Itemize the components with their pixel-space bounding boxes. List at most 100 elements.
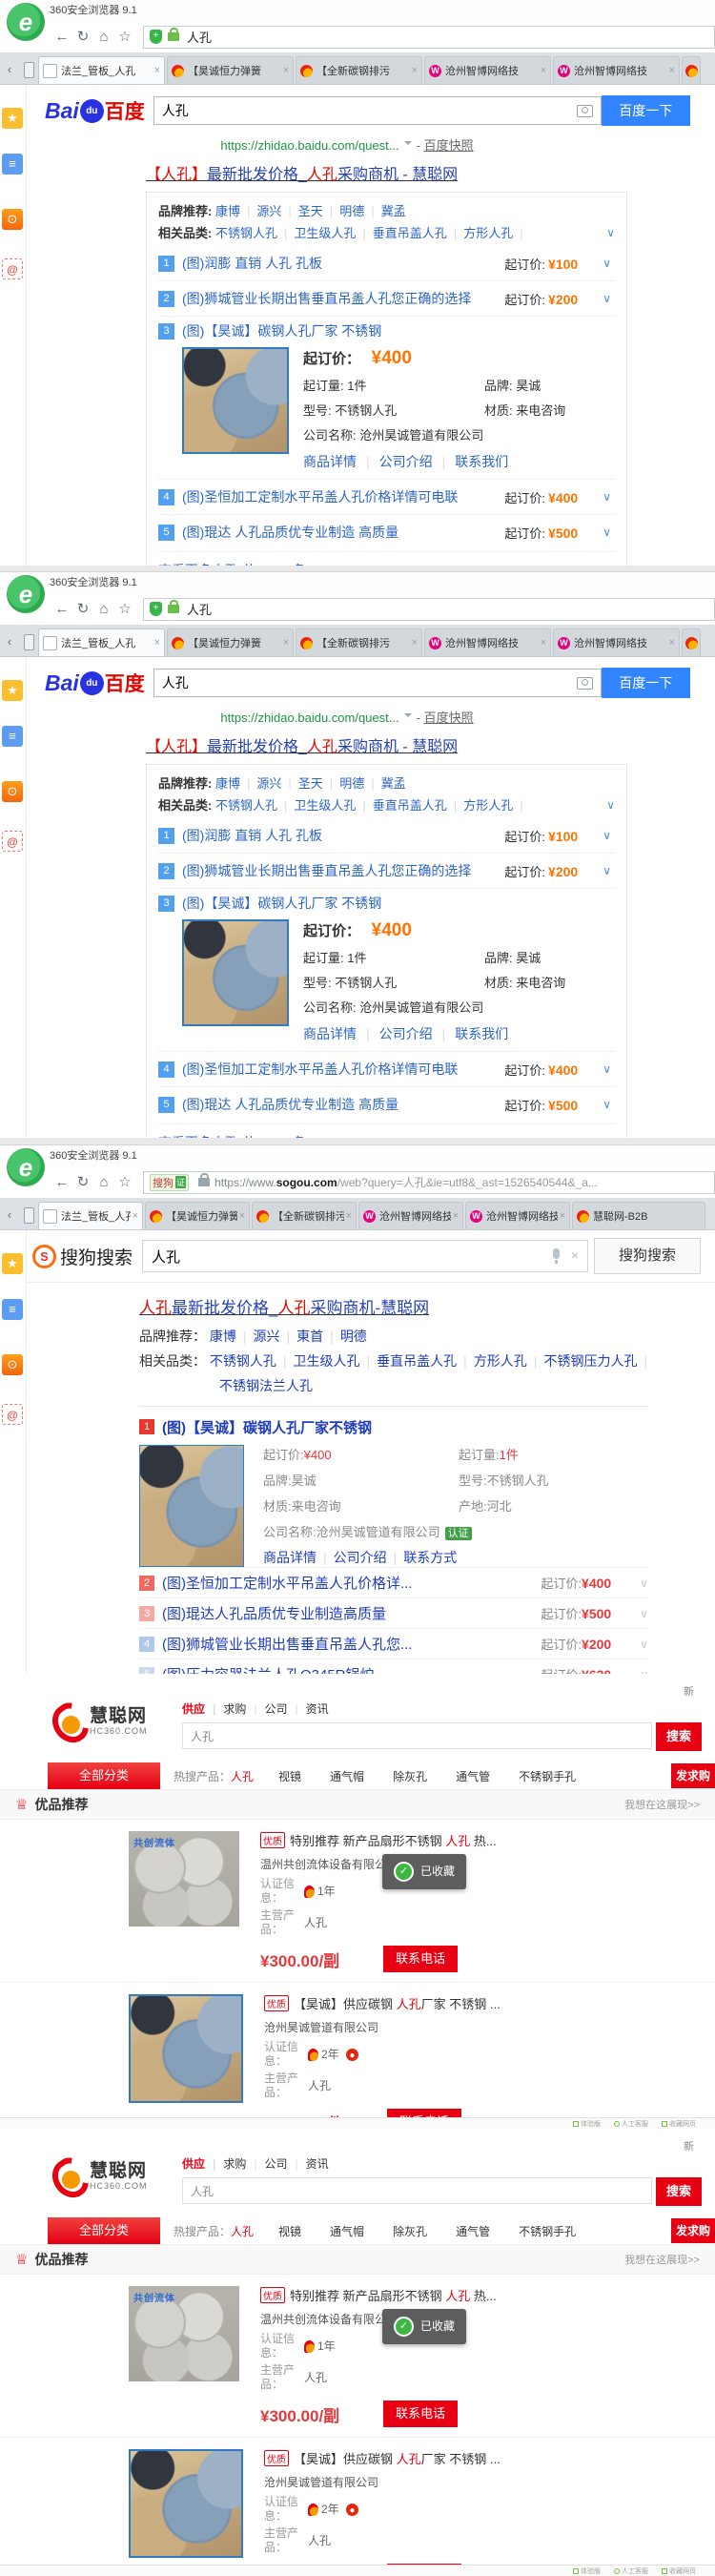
hot-product-link[interactable]: 通气帽 bbox=[330, 2223, 364, 2239]
brand-link[interactable]: 康博 bbox=[215, 204, 256, 218]
post-buying-request-button[interactable]: 发求购 bbox=[671, 2218, 715, 2243]
contact-link[interactable]: 联系方式 bbox=[403, 1550, 457, 1565]
chevron-down-icon[interactable]: ∨ bbox=[603, 1062, 611, 1076]
category-link[interactable]: 不锈钢人孔 bbox=[215, 226, 294, 240]
product-row[interactable]: 3 (图)琨达人孔品质优专业制造高质量 起订价:¥500 ∨ bbox=[139, 1597, 648, 1628]
product-title-link[interactable]: (图)圣恒加工定制水平吊盖人孔价格详情可电联 bbox=[182, 487, 458, 506]
listing-title-link[interactable]: 优质特别推荐 新产品扇形不锈钢 人孔 热... bbox=[260, 2286, 575, 2304]
baidu-search-button[interactable]: 百度一下 bbox=[602, 668, 690, 698]
hc360-logo[interactable]: 慧聪网 HC360.COM bbox=[52, 1702, 182, 1739]
back-icon[interactable]: ← bbox=[51, 27, 72, 48]
close-icon[interactable]: × bbox=[669, 65, 675, 76]
baidu-snapshot-link[interactable]: 百度快照 bbox=[424, 711, 474, 725]
product-title-link[interactable]: (图)狮城管业长期出售垂直吊盖人孔您正确的选择 bbox=[182, 289, 471, 308]
address-bar[interactable]: 搜狗证 https://www.sogou.com/web?query=人孔&i… bbox=[143, 1171, 715, 1194]
news-panel-icon[interactable]: ≡ bbox=[2, 154, 23, 175]
camera-icon[interactable] bbox=[577, 105, 593, 117]
brand-link[interactable]: 明德 bbox=[340, 1329, 367, 1344]
clear-icon[interactable]: × bbox=[571, 1247, 579, 1263]
product-title-link[interactable]: (图)琨达 人孔品质优专业制造 高质量 bbox=[182, 523, 398, 542]
product-title-link[interactable]: (图)【昊诚】碳钢人孔厂家 不锈钢 bbox=[182, 321, 381, 340]
news-panel-icon[interactable]: ≡ bbox=[2, 1299, 23, 1320]
search-button[interactable]: 搜索 bbox=[656, 2177, 702, 2206]
contact-at-icon[interactable]: @ bbox=[2, 258, 23, 279]
close-icon[interactable]: × bbox=[453, 1210, 459, 1222]
product-detail-link[interactable]: 商品详情 bbox=[263, 1550, 334, 1565]
product-title-link[interactable]: (图)润膨 直销 人孔 孔板 bbox=[182, 254, 322, 273]
close-icon[interactable]: × bbox=[346, 1210, 352, 1222]
product-row[interactable]: 1 (图)润膨 直销 人孔 孔板 起订价:¥100 ∨ bbox=[158, 246, 615, 280]
brand-link[interactable]: 明德 bbox=[339, 204, 380, 218]
result-url[interactable]: https://zhidao.baidu.com/quest... bbox=[220, 138, 398, 153]
nav-news[interactable]: 资讯 bbox=[306, 2157, 329, 2171]
tab-partial[interactable] bbox=[682, 56, 701, 84]
see-more-link[interactable]: 查看更多人孔 共42300条>> bbox=[158, 1123, 615, 1138]
tab-carbon-steel[interactable]: 【全新碳钢排污 × bbox=[252, 1202, 357, 1229]
hot-product-link[interactable]: 视镜 bbox=[278, 2223, 301, 2239]
brand-link[interactable]: 源兴 bbox=[256, 204, 297, 218]
weibo-icon[interactable]: ⊙ bbox=[2, 781, 23, 802]
listing-title-link[interactable]: 优质特别推荐 新产品扇形不锈钢 人孔 热... bbox=[260, 1831, 575, 1849]
home-icon[interactable]: ⌂ bbox=[93, 27, 114, 48]
product-image-manhole[interactable] bbox=[129, 2449, 243, 2558]
product-image-manhole[interactable] bbox=[129, 1994, 243, 2103]
product-row-expanded-header[interactable]: 3 (图)【昊诚】碳钢人孔厂家 不锈钢 bbox=[158, 888, 615, 917]
product-title-link[interactable]: (图)压力容器法兰人孔Q345R锅炉 bbox=[162, 1664, 375, 1674]
hot-product-link[interactable]: 人孔 bbox=[231, 2223, 254, 2239]
address-text[interactable]: 人孔 bbox=[187, 28, 212, 46]
company-name-link[interactable]: 沧州昊诚管道有限公司 bbox=[264, 2019, 579, 2035]
close-icon[interactable]: × bbox=[283, 65, 289, 76]
category-link[interactable]: 垂直吊盖人孔 bbox=[373, 226, 463, 240]
chevron-down-icon[interactable]: ∨ bbox=[603, 490, 611, 504]
brand-link[interactable]: 圣天 bbox=[298, 204, 339, 218]
result-title-link[interactable]: 【人孔】最新批发价格_人孔采购商机 - 慧聪网 bbox=[146, 161, 715, 184]
contact-at-icon[interactable]: @ bbox=[2, 1404, 23, 1425]
tab-carbon-steel[interactable]: 【全新碳钢排污 × bbox=[296, 629, 422, 656]
brand-link[interactable]: 康博 bbox=[210, 1329, 254, 1344]
hot-product-link[interactable]: 不锈钢手孔 bbox=[519, 2223, 576, 2239]
product-title-link[interactable]: (图)润膨 直销 人孔 孔板 bbox=[182, 826, 322, 845]
refresh-icon[interactable]: ↻ bbox=[72, 27, 93, 48]
tab-haocheng[interactable]: 【昊诚恒力弹簧 × bbox=[145, 1202, 250, 1229]
category-link[interactable]: 不锈钢人孔 bbox=[215, 798, 294, 813]
tab-zhibo-2[interactable]: W 沧州智博网络技 × bbox=[465, 1202, 570, 1229]
category-link[interactable]: 不锈钢人孔 bbox=[210, 1353, 294, 1369]
favorites-star-icon[interactable]: ★ bbox=[2, 680, 23, 701]
tab-carbon-steel[interactable]: 【全新碳钢排污 × bbox=[296, 56, 422, 84]
chevron-down-icon[interactable]: ∨ bbox=[640, 1638, 648, 1651]
phone-icon[interactable] bbox=[19, 1201, 38, 1229]
show-here-link[interactable]: 我想在这展现>> bbox=[624, 1797, 700, 1812]
category-link[interactable]: 垂直吊盖人孔 bbox=[373, 798, 463, 813]
brand-link[interactable]: 圣天 bbox=[298, 776, 339, 791]
tab-flange-page[interactable]: 法兰_管板_人孔 × bbox=[38, 56, 165, 84]
nav-buy[interactable]: 求购 bbox=[223, 2157, 264, 2171]
search-button[interactable]: 搜索 bbox=[656, 1722, 702, 1751]
close-icon[interactable]: × bbox=[412, 637, 418, 649]
hc360-logo[interactable]: 慧聪网 HC360.COM bbox=[52, 2157, 182, 2194]
tab-zhibo-1[interactable]: W 沧州智博网络技 × bbox=[424, 629, 551, 656]
product-row[interactable]: 2 (图)圣恒加工定制水平吊盖人孔价格详... 起订价:¥400 ∨ bbox=[139, 1567, 648, 1597]
category-link[interactable]: 卫生级人孔 bbox=[294, 226, 372, 240]
tab-partial[interactable] bbox=[682, 629, 701, 656]
nav-buy[interactable]: 求购 bbox=[223, 1702, 264, 1716]
product-row-expanded-header[interactable]: 3 (图)【昊诚】碳钢人孔厂家 不锈钢 bbox=[158, 316, 615, 345]
search-input[interactable] bbox=[182, 1722, 652, 1749]
nav-company[interactable]: 公司 bbox=[265, 1702, 306, 1716]
address-bar[interactable]: + 人孔 bbox=[143, 598, 715, 621]
product-row[interactable]: 4 (图)圣恒加工定制水平吊盖人孔价格详情可电联 起订价:¥400 ∨ bbox=[158, 479, 615, 514]
hot-product-link[interactable]: 除灰孔 bbox=[393, 1768, 427, 1784]
company-intro-link[interactable]: 公司介绍 bbox=[379, 454, 456, 469]
hot-product-link[interactable]: 通气帽 bbox=[330, 1768, 364, 1784]
product-row[interactable]: 1 (图)润膨 直销 人孔 孔板 起订价:¥100 ∨ bbox=[158, 818, 615, 853]
search-input[interactable] bbox=[182, 2177, 652, 2204]
nav-supply[interactable]: 供应 bbox=[182, 1702, 223, 1716]
product-detail-link[interactable]: 商品详情 bbox=[303, 454, 379, 469]
category-link[interactable]: 卫生级人孔 bbox=[294, 1353, 378, 1369]
result-title-link[interactable]: 人孔最新批发价格_人孔采购商机-慧聪网 bbox=[139, 1294, 648, 1318]
product-row-expanded-header[interactable]: 1 (图)【昊诚】碳钢人孔厂家不锈钢 bbox=[139, 1412, 648, 1441]
all-categories-tab[interactable]: 全部分类 bbox=[48, 1762, 160, 1789]
tab-scroll-left-icon[interactable]: ‹ bbox=[0, 1201, 19, 1229]
favorite-star-icon[interactable]: ☆ bbox=[114, 27, 135, 48]
brand-link[interactable]: 明德 bbox=[339, 776, 380, 791]
result-title-link[interactable]: 【人孔】最新批发价格_人孔采购商机 - 慧聪网 bbox=[146, 733, 715, 756]
